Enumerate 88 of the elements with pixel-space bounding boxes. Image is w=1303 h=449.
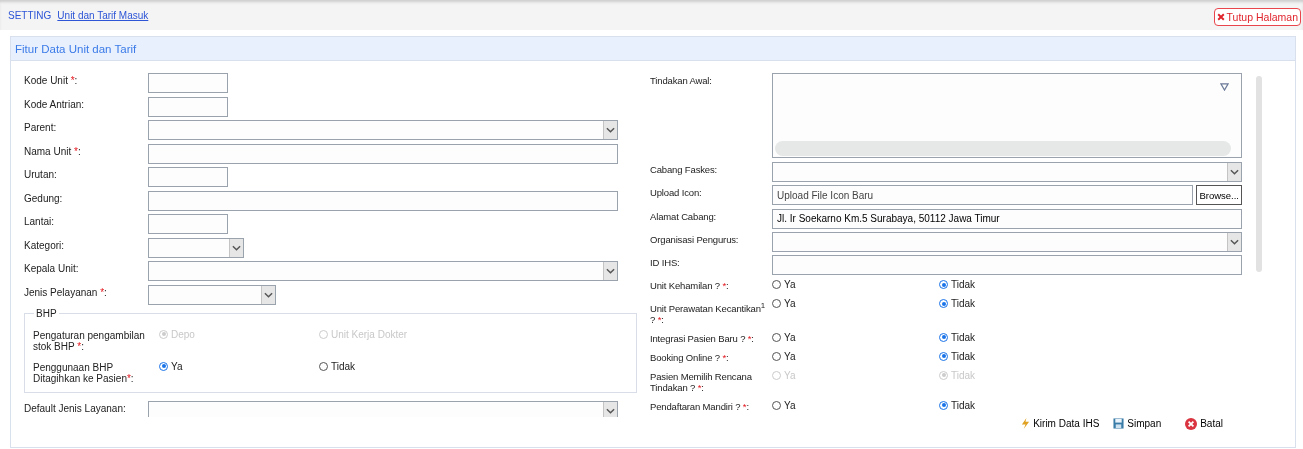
lightning-icon (1021, 418, 1031, 430)
chevron-icon (232, 244, 241, 251)
close-page-button[interactable]: Tutup Halaman (1213, 8, 1301, 26)
radio-label: Tidak (951, 399, 976, 411)
radio-button[interactable] (772, 299, 781, 309)
browse-button[interactable]: Browse... (1196, 185, 1242, 206)
radio-button[interactable] (939, 351, 948, 361)
radio-button[interactable] (319, 361, 328, 371)
field-label: Penggunaan BHP Ditagihkan ke Pasien*: (33, 360, 135, 384)
radio-button[interactable] (939, 400, 948, 410)
dropdown-field[interactable] (772, 162, 1242, 182)
fieldset-legend: BHP (34, 307, 59, 319)
radio-label: Ya (171, 360, 183, 372)
dropdown-field[interactable] (148, 120, 618, 140)
radio-button[interactable] (772, 280, 781, 290)
dropdown-field[interactable] (148, 400, 618, 417)
radio-button[interactable] (159, 361, 168, 371)
text-field[interactable]: Jl. Ir Soekarno Km.5 Surabaya, 50112 Jawa Timur (772, 208, 1242, 229)
field-label: Lantai: (24, 215, 56, 227)
dropdown-field[interactable] (772, 231, 1242, 252)
chevron-icon (264, 291, 273, 298)
radio-button[interactable] (772, 400, 781, 410)
chevron-icon (1230, 169, 1239, 175)
field-label: Unit Perawatan Kecantikan$^{1}$ ? *: (650, 299, 767, 325)
radio-label: Tidak (951, 298, 976, 310)
field-label: Booking Online ? *: (650, 350, 730, 363)
radio-label: Ya (784, 279, 796, 291)
chevron-icon (606, 127, 615, 133)
field-label: Kode Antrian: (24, 97, 86, 110)
dropdown-field[interactable] (148, 237, 244, 258)
radio-button[interactable] (772, 332, 781, 342)
field-label: Kode Unit *: (24, 74, 79, 86)
text-area[interactable] (772, 73, 1242, 158)
text-field[interactable] (148, 167, 228, 187)
close-icon (1216, 13, 1225, 21)
breadcrumb-link[interactable]: Unit dan Tarif Masuk (57, 9, 149, 21)
scrollbar[interactable] (775, 141, 1231, 156)
field-label: Pendaftaran Mandiri ? *: (650, 399, 750, 412)
cancel-icon (1185, 417, 1198, 430)
radio-label: Ya (784, 350, 796, 362)
field-label: Pasien Memilih Rencana Tindakan ? *: (650, 369, 753, 393)
scrollbar[interactable] (1256, 76, 1262, 272)
field-label: Gedung: (24, 191, 64, 204)
field-label: ID IHS: (650, 256, 681, 269)
radio-label: Ya (784, 331, 796, 343)
field-label: Upload Icon: (650, 186, 703, 199)
chevron-icon (606, 407, 615, 414)
action-button[interactable]: Kirim Data IHS (1007, 417, 1100, 430)
field-label: Cabang Faskes: (650, 163, 719, 175)
text-field[interactable] (148, 190, 618, 211)
field-label: Organisasi Pengurus: (650, 232, 740, 245)
text-field[interactable] (148, 143, 618, 164)
text-field[interactable] (772, 255, 1242, 276)
radio-label: Ya (784, 399, 796, 411)
field-label: Alamat Cabang: (650, 209, 718, 222)
chevron-icon (1230, 238, 1239, 245)
text-field[interactable] (148, 73, 228, 93)
panel-title: Fitur Data Unit dan Tarif (15, 42, 137, 55)
field-label: Tindakan Awal: (650, 74, 713, 86)
field-label: Kategori: (24, 238, 66, 251)
field-label: Jenis Pelayanan *: (24, 285, 108, 298)
field-label: Parent: (24, 121, 58, 133)
breadcrumb-section: SETTING (8, 9, 52, 21)
action-button[interactable]: Simpan (1099, 417, 1162, 430)
field-label: Kepala Unit: (24, 262, 80, 274)
radio-button[interactable] (939, 332, 948, 342)
field-label: Urutan: (24, 168, 58, 180)
action-button[interactable]: Batal (1161, 417, 1223, 430)
field-label: Nama Unit *: (24, 144, 82, 157)
radio-label: Ya (784, 298, 796, 310)
radio-label: Tidak (951, 331, 976, 343)
text-field[interactable] (148, 214, 228, 234)
field-label: Integrasi Pasien Baru ? *: (650, 331, 755, 344)
field-label: Default Jenis Layanan: (24, 401, 127, 414)
triangle-icon (1220, 83, 1229, 91)
file-field[interactable]: Upload File Icon Baru (772, 185, 1194, 206)
radio-label: Tidak (951, 279, 976, 291)
field-label: Pengaturan pengambilan stok BHP *: (33, 328, 146, 352)
radio-label: Tidak (331, 360, 356, 372)
chevron-icon (606, 268, 615, 274)
radio-button[interactable] (939, 299, 948, 309)
dropdown-field[interactable] (148, 261, 618, 281)
radio-label: Tidak (951, 350, 976, 362)
radio-button[interactable] (772, 351, 781, 361)
field-label: Unit Kehamilan ? *: (650, 279, 730, 292)
radio-button[interactable] (939, 280, 948, 290)
text-field[interactable] (148, 96, 228, 117)
dropdown-field[interactable] (148, 284, 276, 305)
